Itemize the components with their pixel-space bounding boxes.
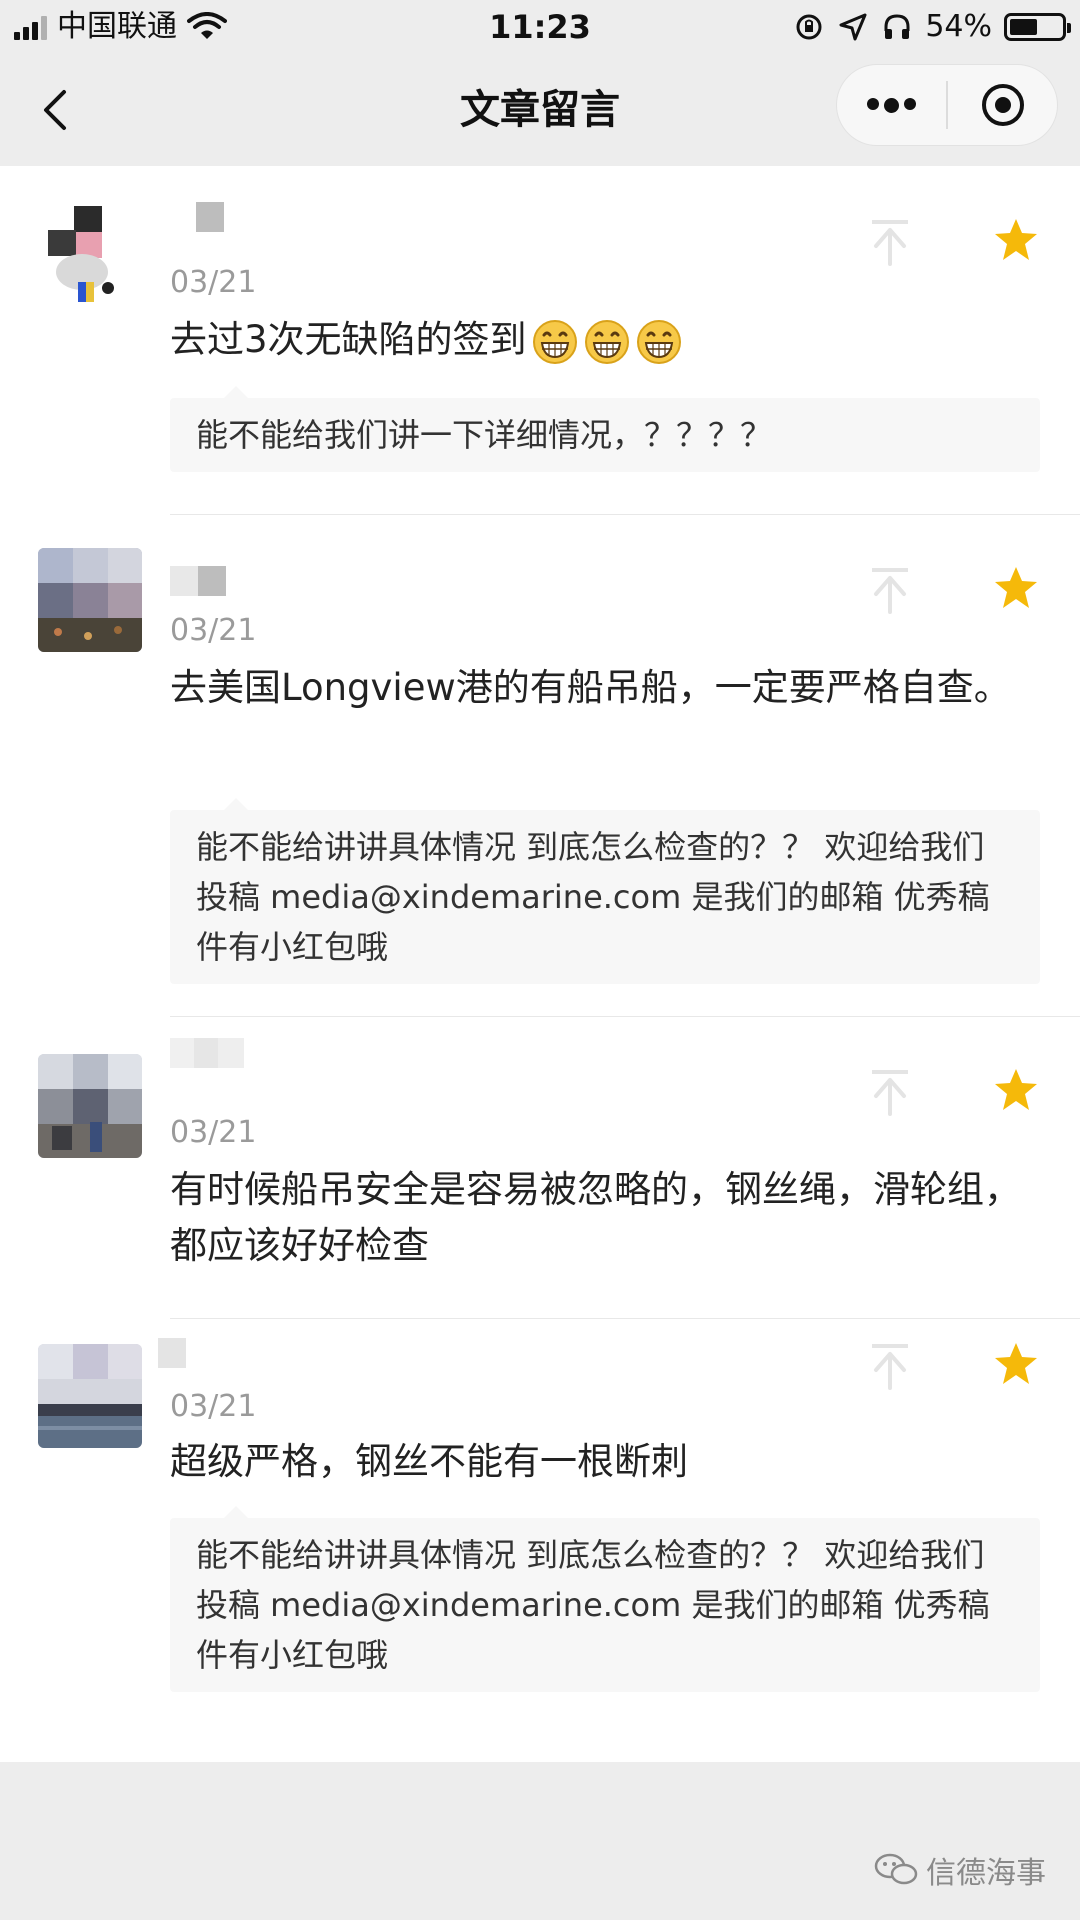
comment-list: 03/21 去过3次无缺陷的签到 能不能给我们讲一下详细情况，？？？？ 03/2… <box>0 166 1080 1762</box>
battery-percent: 54% <box>925 9 992 44</box>
comment-date: 03/21 <box>170 1115 257 1150</box>
nickname-blurred <box>170 202 224 232</box>
star-icon[interactable] <box>992 1066 1040 1114</box>
comment-separator <box>170 1318 1080 1319</box>
reply-text: 能不能给讲讲具体情况 到底怎么检查的？？ 欢迎给我们投稿 media@xinde… <box>196 828 990 966</box>
avatar[interactable] <box>38 1344 142 1448</box>
comment-separator <box>170 514 1080 515</box>
location-arrow-icon <box>839 13 867 41</box>
more-button[interactable] <box>837 65 946 145</box>
avatar[interactable] <box>38 548 142 652</box>
star-icon[interactable] <box>992 1340 1040 1388</box>
comment-text: 有时候船吊安全是容易被忽略的，钢丝绳，滑轮组，都应该好好检查 <box>170 1168 1021 1267</box>
comment-date: 03/21 <box>170 265 257 300</box>
grin-emoji-icon <box>532 319 577 364</box>
comment-text: 去过3次无缺陷的签到 <box>170 312 1040 368</box>
comment-separator <box>170 1016 1080 1017</box>
pin-to-top-icon[interactable] <box>868 1342 912 1392</box>
comment-text: 超级严格，钢丝不能有一根断刺 <box>170 1440 688 1483</box>
battery-fill <box>1010 19 1037 35</box>
grin-emoji-icon <box>584 319 629 364</box>
avatar[interactable] <box>38 202 142 306</box>
grin-emoji-icon <box>636 319 681 364</box>
comment-date: 03/21 <box>170 613 257 648</box>
battery-icon <box>1004 13 1071 41</box>
status-bar: 中国联通 11:23 54% <box>0 0 1080 54</box>
pin-to-top-icon[interactable] <box>868 1068 912 1118</box>
target-circle-icon <box>981 84 1024 126</box>
comment-date: 03/21 <box>170 1389 257 1424</box>
comment-text-content: 去过3次无缺陷的签到 <box>170 318 527 361</box>
grin-emoji-group <box>527 318 683 364</box>
nickname-blurred <box>170 566 226 596</box>
status-right: 54% <box>793 8 1071 46</box>
orientation-lock-icon <box>796 14 822 40</box>
page-footer: 信德海事 <box>0 1762 1080 1920</box>
wechat-icon <box>874 1853 918 1885</box>
nickname-blurred <box>170 1038 244 1068</box>
watermark-text: 信德海事 <box>926 1856 1046 1891</box>
reply-text: 能不能给讲讲具体情况 到底怎么检查的？？ 欢迎给我们投稿 media@xinde… <box>196 1536 990 1674</box>
reply-text: 能不能给我们讲一下详细情况，？？？？ <box>196 416 773 454</box>
miniprogram-capsule <box>836 64 1058 146</box>
star-icon[interactable] <box>992 216 1040 264</box>
pin-to-top-icon[interactable] <box>868 566 912 616</box>
author-reply: 能不能给讲讲具体情况 到底怎么检查的？？ 欢迎给我们投稿 media@xinde… <box>170 1506 1040 1692</box>
avatar[interactable] <box>38 1054 142 1158</box>
close-button[interactable] <box>948 65 1057 145</box>
star-icon[interactable] <box>992 564 1040 612</box>
comment-text: 去美国Longview港的有船吊船，一定要严格自查。 <box>170 666 1011 709</box>
headphones-icon <box>884 14 910 39</box>
pin-to-top-icon[interactable] <box>868 218 912 268</box>
watermark: 信德海事 <box>874 1848 1046 1892</box>
nickname-blurred <box>158 1338 186 1368</box>
nav-bar: 文章留言 <box>0 54 1080 166</box>
author-reply: 能不能给讲讲具体情况 到底怎么检查的？？ 欢迎给我们投稿 media@xinde… <box>170 798 1040 984</box>
more-dots-icon <box>867 97 916 113</box>
author-reply: 能不能给我们讲一下详细情况，？？？？ <box>170 386 1040 472</box>
